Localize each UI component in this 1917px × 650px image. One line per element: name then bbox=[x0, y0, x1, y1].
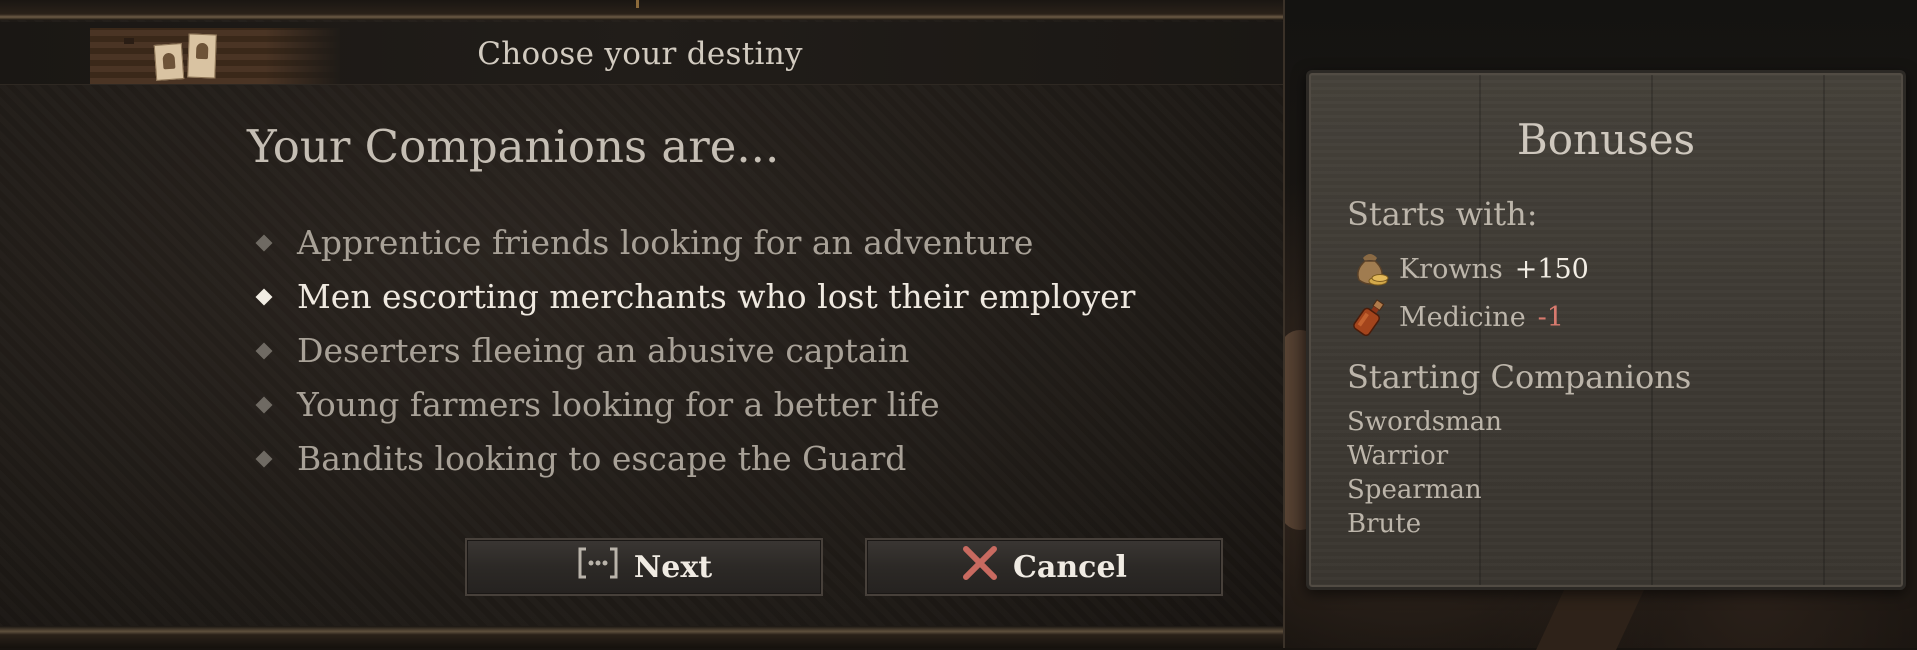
medicine-amount: -1 bbox=[1537, 301, 1564, 333]
option-label: Apprentice friends looking for an advent… bbox=[297, 223, 1034, 262]
companion-options-list: Apprentice friends looking for an advent… bbox=[252, 216, 1135, 486]
bonuses-panel: Bonuses Starts with: Krowns +150 Medicin… bbox=[1306, 70, 1906, 590]
krowns-amount: +150 bbox=[1514, 253, 1589, 285]
medicine-bottle-icon bbox=[1349, 296, 1391, 338]
diamond-bullet-icon bbox=[255, 342, 273, 360]
option-merchant-escorts[interactable]: Men escorting merchants who lost their e… bbox=[252, 270, 1135, 324]
wanted-poster-1 bbox=[153, 43, 185, 81]
starting-companions-list: Swordsman Warrior Spearman Brute bbox=[1347, 405, 1502, 541]
destiny-dialog: Choose your destiny Your Companions are.… bbox=[0, 0, 1285, 648]
diamond-bullet-icon bbox=[255, 396, 273, 414]
krowns-label: Krowns bbox=[1399, 253, 1503, 285]
krowns-bonus-row: Krowns +150 bbox=[1349, 249, 1589, 289]
dialog-top-border bbox=[0, 0, 1283, 20]
background-figure-strap bbox=[1536, 590, 1644, 650]
companion-item: Warrior bbox=[1347, 441, 1449, 471]
medicine-label: Medicine bbox=[1399, 301, 1526, 333]
notice-board-illustration bbox=[90, 28, 340, 84]
bonuses-title: Bonuses bbox=[1516, 115, 1696, 164]
medicine-bonus-row: Medicine -1 bbox=[1349, 297, 1564, 337]
diamond-bullet-icon bbox=[255, 288, 273, 306]
diamond-bullet-icon bbox=[255, 450, 273, 468]
option-young-farmers[interactable]: Young farmers looking for a better life bbox=[252, 378, 1135, 432]
option-label: Men escorting merchants who lost their e… bbox=[297, 277, 1136, 316]
starts-with-label: Starts with: bbox=[1347, 195, 1538, 233]
close-x-icon bbox=[961, 544, 999, 590]
next-label: Next bbox=[633, 549, 713, 585]
dialog-title: Choose your destiny bbox=[477, 36, 803, 72]
option-deserters[interactable]: Deserters fleeing an abusive captain bbox=[252, 324, 1135, 378]
cancel-button[interactable]: Cancel bbox=[865, 538, 1223, 596]
board-peg bbox=[124, 38, 134, 44]
next-button[interactable]: Next bbox=[465, 538, 823, 596]
option-label: Deserters fleeing an abusive captain bbox=[297, 331, 910, 370]
starting-companions-label: Starting Companions bbox=[1347, 358, 1692, 396]
dialog-bottom-border bbox=[0, 626, 1283, 648]
option-apprentice-friends[interactable]: Apprentice friends looking for an advent… bbox=[252, 216, 1135, 270]
companion-item: Swordsman bbox=[1347, 407, 1503, 437]
coin-pouch-icon bbox=[1349, 248, 1391, 290]
diamond-bullet-icon bbox=[255, 234, 273, 252]
companion-item: Brute bbox=[1347, 509, 1422, 539]
option-bandits[interactable]: Bandits looking to escape the Guard bbox=[252, 432, 1135, 486]
companion-item: Spearman bbox=[1347, 475, 1482, 505]
cancel-label: Cancel bbox=[1013, 549, 1127, 585]
wanted-poster-2 bbox=[187, 33, 217, 79]
option-label: Young farmers looking for a better life bbox=[297, 385, 940, 424]
top-border-ornament bbox=[636, 0, 639, 8]
option-label: Bandits looking to escape the Guard bbox=[297, 439, 907, 478]
controller-view-icon bbox=[576, 545, 620, 589]
companions-question: Your Companions are... bbox=[247, 120, 780, 173]
